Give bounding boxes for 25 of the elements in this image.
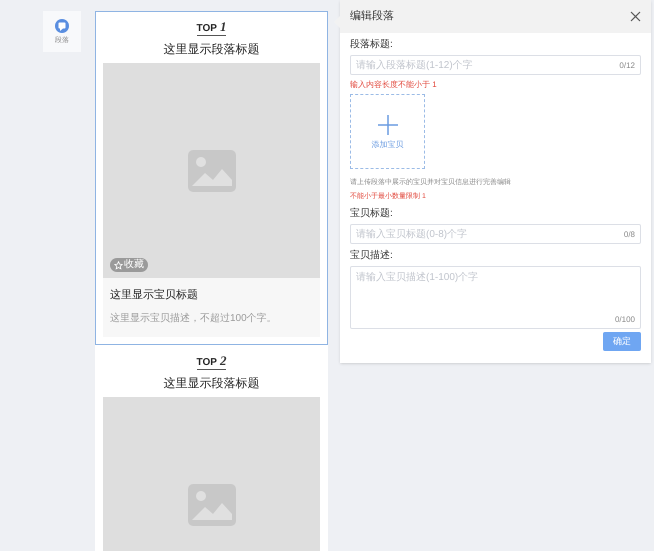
paragraph-title: 这里显示段落标题: [164, 375, 260, 391]
confirm-button[interactable]: 确定: [603, 332, 641, 351]
character-count: 0/100: [614, 314, 635, 326]
star-icon: [114, 260, 123, 270]
close-icon[interactable]: [630, 11, 641, 22]
field-label: 段落标题:: [350, 38, 394, 51]
image-icon: [186, 482, 236, 526]
paragraph-card[interactable]: TOP 2 这里显示段落标题: [95, 345, 328, 551]
character-count: 0/8: [624, 229, 635, 241]
panel-title: 编辑段落: [350, 9, 394, 24]
top-rank-label: TOP 1: [196, 20, 226, 36]
plus-icon: [378, 114, 398, 134]
error-message: 输入内容长度不能小于 1: [350, 79, 438, 90]
chat-bubble-icon: [55, 19, 69, 34]
image-icon: [186, 148, 236, 192]
field-label: 宝贝描述:: [350, 249, 394, 262]
top-rank-label: TOP 2: [196, 354, 226, 370]
character-count: 0/12: [619, 60, 635, 72]
add-item-button[interactable]: 添加宝贝: [350, 94, 425, 169]
field-label: 宝贝标题:: [350, 207, 394, 220]
item-title: 这里显示宝贝标题: [110, 288, 199, 302]
paragraph-card[interactable]: TOP 1 这里显示段落标题 收藏 这里显示宝贝标题 这里显示宝贝描述，不超过100个字。: [95, 11, 328, 345]
item-description: 这里显示宝贝描述，不超过100个字。: [110, 312, 278, 325]
paragraph-title: 这里显示段落标题: [164, 41, 260, 57]
favorite-badge[interactable]: 收藏: [110, 258, 148, 272]
